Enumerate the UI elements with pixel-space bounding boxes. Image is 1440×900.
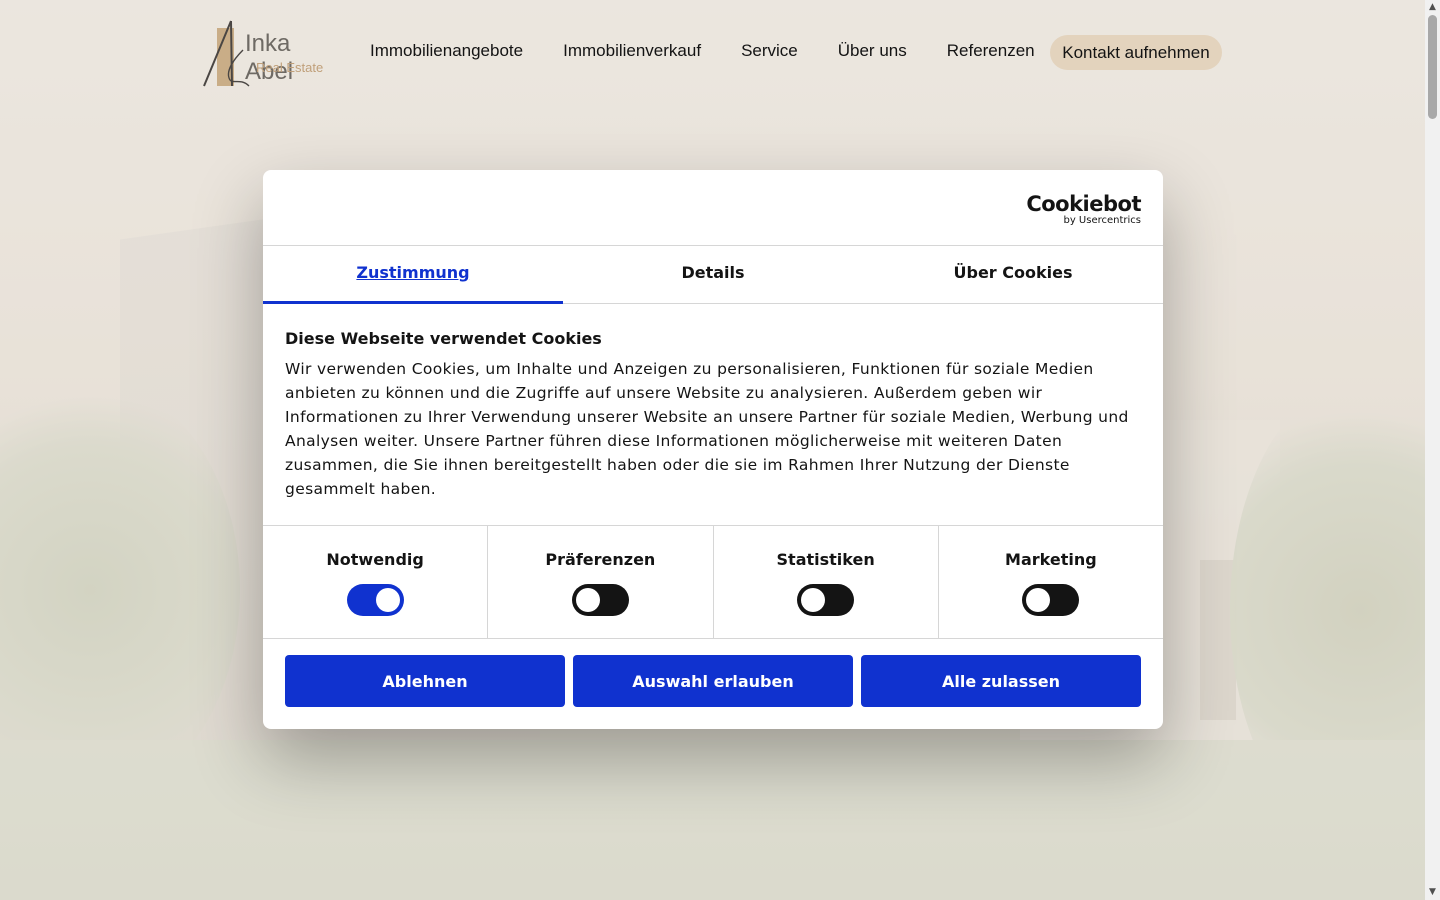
logo-subtitle: Real Estate bbox=[256, 60, 324, 75]
category-praeferenzen: Präferenzen bbox=[488, 526, 714, 638]
cookie-consent-dialog: Cookiebot by Usercentrics Zustimmung Det… bbox=[263, 170, 1163, 729]
dialog-header: Cookiebot by Usercentrics bbox=[263, 170, 1163, 246]
allow-all-button[interactable]: Alle zulassen bbox=[861, 655, 1141, 707]
main-nav: Immobilienangebote Immobilienverkauf Ser… bbox=[370, 41, 1035, 61]
toggle-knob bbox=[801, 588, 826, 612]
toggle-praeferenzen[interactable] bbox=[571, 584, 629, 616]
toggle-knob bbox=[375, 588, 400, 612]
toggle-statistiken[interactable] bbox=[797, 584, 855, 616]
toggle-knob bbox=[1026, 588, 1051, 612]
dialog-content: Diese Webseite verwendet Cookies Wir ver… bbox=[263, 304, 1163, 525]
cookiebot-logo: Cookiebot by Usercentrics bbox=[1026, 193, 1141, 227]
tab-details[interactable]: Details bbox=[563, 246, 863, 303]
scrollbar-thumb[interactable] bbox=[1428, 15, 1437, 119]
cookiebot-by: by Usercentrics bbox=[1063, 215, 1141, 226]
site-header: Inka Abel Real Estate Immobilienangebote… bbox=[0, 0, 1425, 105]
category-label: Notwendig bbox=[326, 550, 424, 569]
dialog-heading: Diese Webseite verwendet Cookies bbox=[285, 329, 602, 348]
toggle-knob bbox=[575, 588, 600, 612]
logo-name: Inka Abel bbox=[245, 30, 294, 85]
nav-item-ueber-uns[interactable]: Über uns bbox=[838, 41, 907, 61]
tab-ueber-cookies[interactable]: Über Cookies bbox=[863, 246, 1163, 303]
nav-item-referenzen[interactable]: Referenzen bbox=[947, 41, 1035, 61]
triangle-down-icon[interactable]: ▼ bbox=[1425, 885, 1440, 900]
category-label: Marketing bbox=[1005, 550, 1097, 569]
cookiebot-name: Cookiebot bbox=[1026, 192, 1141, 216]
toggle-notwendig[interactable] bbox=[346, 584, 404, 616]
category-marketing: Marketing bbox=[939, 526, 1163, 638]
nav-item-immobilienangebote[interactable]: Immobilienangebote bbox=[370, 41, 523, 61]
tab-zustimmung[interactable]: Zustimmung bbox=[263, 246, 563, 304]
category-label: Statistiken bbox=[776, 550, 875, 569]
triangle-up-icon[interactable]: ▲ bbox=[1425, 0, 1440, 15]
page-scrollbar[interactable]: ▲ ▼ bbox=[1425, 0, 1440, 900]
nav-item-immobilienverkauf[interactable]: Immobilienverkauf bbox=[563, 41, 701, 61]
contact-button[interactable]: Kontakt aufnehmen bbox=[1050, 35, 1222, 70]
decline-button[interactable]: Ablehnen bbox=[285, 655, 565, 707]
category-statistiken: Statistiken bbox=[714, 526, 939, 638]
site-logo[interactable]: Inka Abel Real Estate bbox=[203, 20, 343, 88]
dialog-buttons: Ablehnen Auswahl erlauben Alle zulassen bbox=[263, 639, 1163, 707]
dialog-tabs: Zustimmung Details Über Cookies bbox=[263, 246, 1163, 304]
toggle-marketing[interactable] bbox=[1022, 584, 1080, 616]
nav-item-service[interactable]: Service bbox=[741, 41, 798, 61]
consent-categories: Notwendig Präferenzen Statistiken Market… bbox=[263, 525, 1163, 639]
category-label: Präferenzen bbox=[545, 550, 656, 569]
allow-selection-button[interactable]: Auswahl erlauben bbox=[573, 655, 853, 707]
dialog-body-text: Wir verwenden Cookies, um Inhalte und An… bbox=[285, 360, 1129, 498]
category-notwendig: Notwendig bbox=[263, 526, 489, 638]
